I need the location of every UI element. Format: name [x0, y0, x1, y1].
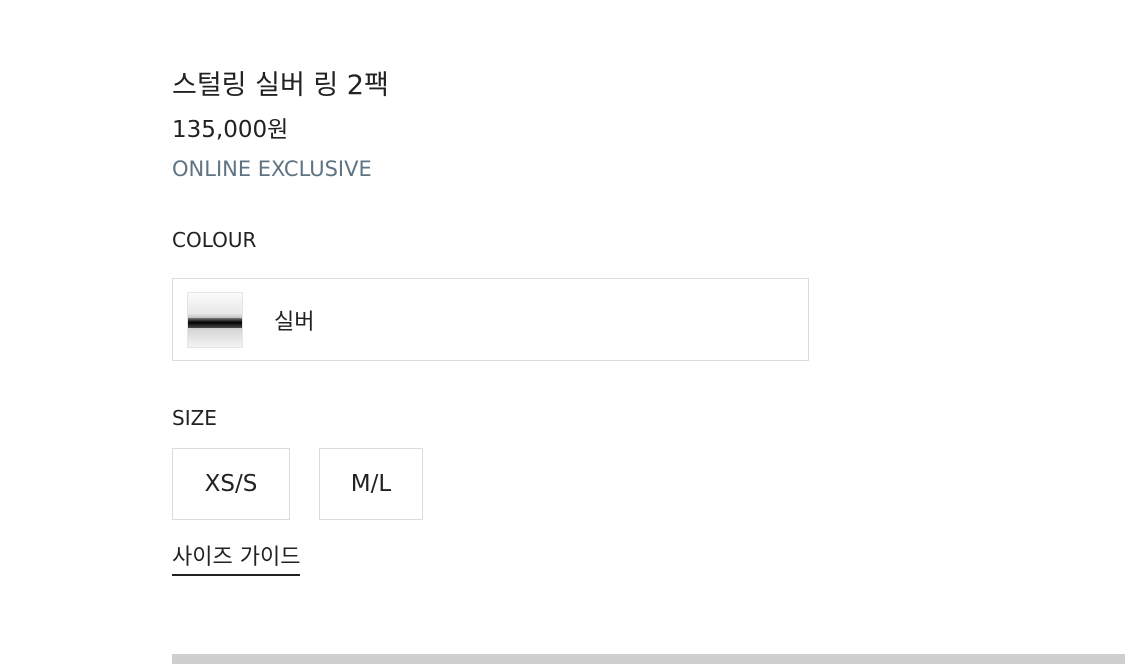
colour-selector[interactable]: 실버	[172, 278, 809, 361]
size-guide-link[interactable]: 사이즈 가이드	[172, 541, 301, 576]
product-price: 135,000원	[172, 117, 289, 143]
size-options: XS/S M/L	[172, 448, 1125, 520]
size-option-m-l[interactable]: M/L	[319, 448, 423, 520]
add-to-bag-bar[interactable]	[172, 654, 1125, 664]
product-details-panel: 스털링 실버 링 2팩 135,000원 ONLINE EXCLUSIVE CO…	[172, 64, 1125, 576]
product-title: 스털링 실버 링 2팩	[172, 70, 389, 101]
size-option-xs-s[interactable]: XS/S	[172, 448, 290, 520]
colour-section-label: COLOUR	[172, 228, 257, 252]
selected-colour-name: 실버	[274, 309, 315, 335]
online-exclusive-badge: ONLINE EXCLUSIVE	[172, 157, 372, 181]
size-section-label: SIZE	[172, 406, 217, 430]
silver-ring-swatch	[187, 291, 243, 348]
